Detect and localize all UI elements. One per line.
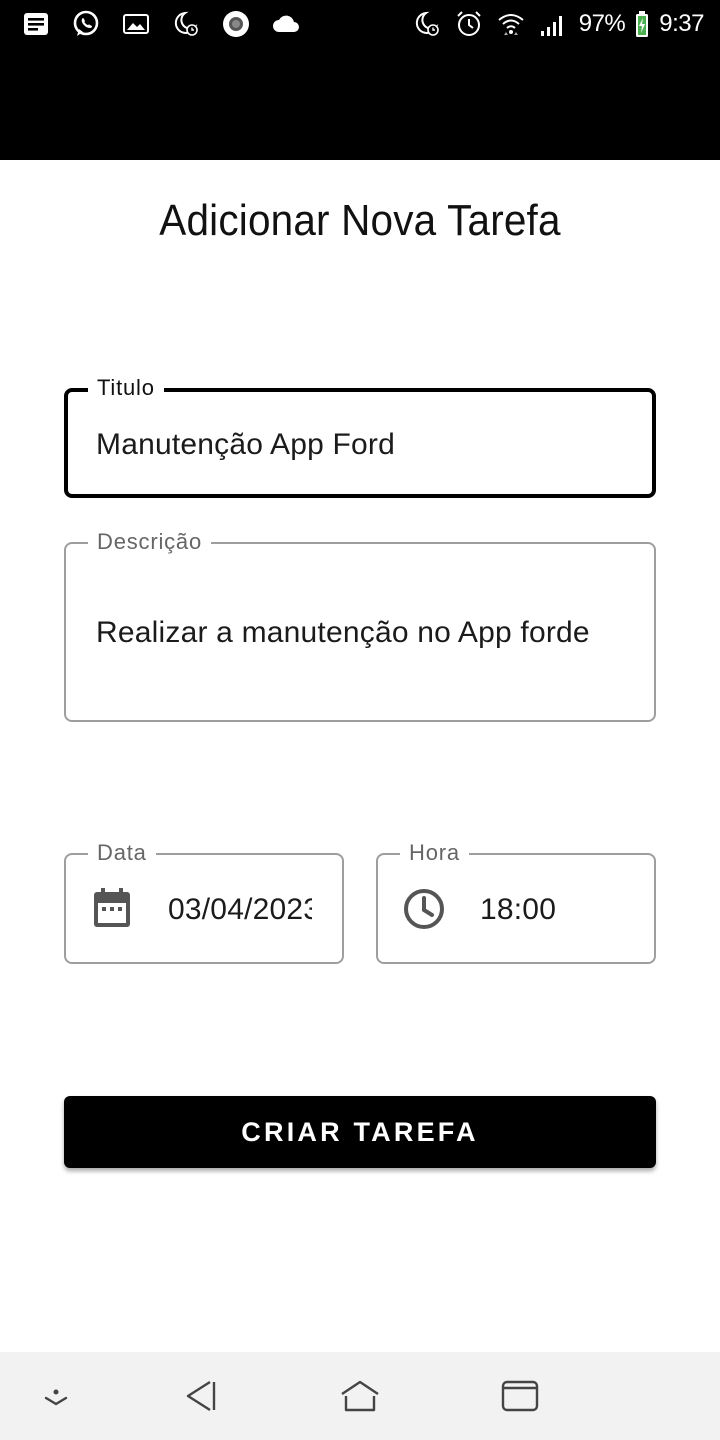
app-bar: 97% 9:37 bbox=[0, 0, 720, 160]
battery-charging-icon bbox=[635, 11, 649, 37]
page-title: Adicionar Nova Tarefa bbox=[159, 196, 561, 245]
time-input[interactable]: 18:00 bbox=[480, 893, 620, 927]
clock-icon[interactable] bbox=[402, 887, 446, 931]
cloud-icon bbox=[270, 8, 302, 40]
alarm-icon bbox=[453, 8, 485, 40]
description-field[interactable]: Descrição Realizar a manutenção no App f… bbox=[64, 527, 656, 722]
home-icon[interactable] bbox=[334, 1372, 386, 1420]
hide-keyboard-icon[interactable] bbox=[30, 1372, 82, 1420]
date-field-label: Data bbox=[88, 838, 156, 868]
date-input[interactable]: 03/04/2023 bbox=[168, 893, 312, 927]
notes-icon bbox=[20, 8, 52, 40]
description-input[interactable]: Realizar a manutenção no App forde bbox=[96, 616, 636, 650]
description-field-label: Descrição bbox=[88, 527, 212, 557]
recents-icon[interactable] bbox=[494, 1372, 546, 1420]
status-bar-left bbox=[20, 6, 302, 42]
record-icon bbox=[220, 8, 252, 40]
do-not-disturb-alarm-icon bbox=[170, 8, 202, 40]
clock-time: 9:37 bbox=[659, 10, 704, 37]
signal-icon bbox=[537, 8, 569, 40]
title-field-label: Titulo bbox=[88, 373, 164, 403]
wifi-icon bbox=[495, 8, 527, 40]
image-icon bbox=[120, 8, 152, 40]
time-field[interactable]: Hora 18:00 bbox=[376, 838, 656, 964]
title-field[interactable]: Titulo Manutenção App Ford bbox=[64, 373, 656, 498]
calendar-icon[interactable] bbox=[92, 887, 132, 929]
battery-percentage: 97% bbox=[578, 10, 626, 37]
title-input[interactable]: Manutenção App Ford bbox=[96, 428, 616, 462]
navigation-bar bbox=[0, 1352, 720, 1440]
back-icon[interactable] bbox=[174, 1372, 226, 1420]
create-task-button[interactable]: CRIAR TAREFA bbox=[64, 1096, 656, 1168]
do-not-disturb-alarm-icon bbox=[411, 8, 443, 40]
status-bar-right: 97% 9:37 bbox=[411, 6, 704, 42]
date-field[interactable]: Data 03/04/2023 bbox=[64, 838, 344, 964]
time-field-label: Hora bbox=[400, 838, 469, 868]
whatsapp-icon bbox=[70, 8, 102, 40]
